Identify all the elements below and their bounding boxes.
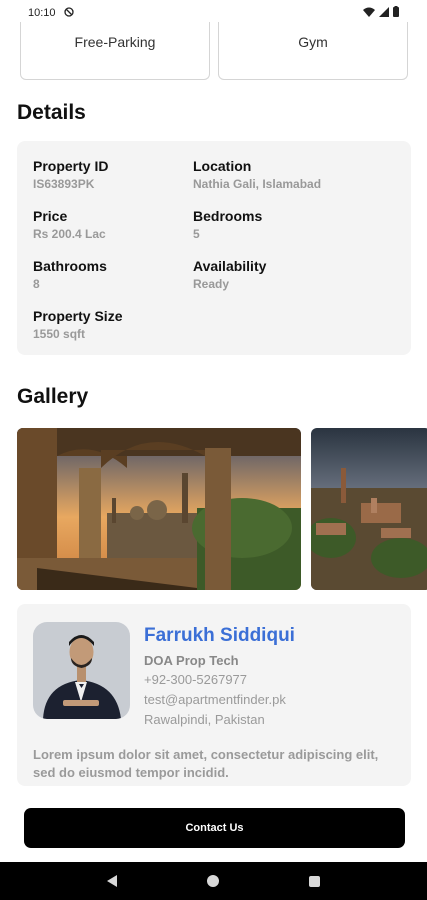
contact-us-button[interactable]: Contact Us [24,808,405,848]
detail-value: Rs 200.4 Lac [33,227,106,241]
detail-label: Price [33,208,68,224]
detail-label: Property ID [33,158,109,174]
gallery-image-fort[interactable] [17,428,301,590]
agent-card: Farrukh Siddiqui DOA Prop Tech +92-300-5… [17,604,411,786]
agent-name: Farrukh Siddiqui [144,625,295,646]
gallery-carousel[interactable] [17,428,427,590]
back-icon[interactable] [107,875,117,887]
detail-label: Location [193,158,252,174]
detail-label: Bedrooms [193,208,263,224]
detail-price: Price Rs 200.4 Lac [33,207,193,243]
detail-label: Bathrooms [33,258,107,274]
detail-value: Nathia Gali, Islamabad [193,177,322,191]
agent-avatar [33,622,130,719]
gallery-image-city[interactable] [311,428,427,590]
detail-property-size: Property Size 1550 sqft [33,307,193,343]
amenity-free-parking: Free-Parking [20,22,210,80]
amenity-label: Free-Parking [74,33,156,50]
status-time: 10:10 [28,7,56,19]
agent-phone[interactable]: +92-300-5267977 [144,670,295,690]
detail-availability: Availability Ready [193,257,373,293]
details-title: Details [17,101,86,124]
battery-icon [393,6,399,20]
do-not-disturb-icon [63,6,74,20]
detail-value: 5 [193,227,200,241]
detail-label: Property Size [33,308,123,324]
agent-email[interactable]: test@apartmentfinder.pk [144,690,295,710]
system-nav-bar [0,862,427,900]
amenity-label: Gym [298,33,328,50]
detail-value: 8 [33,277,40,291]
detail-value: 1550 sqft [33,327,86,341]
agent-company: DOA Prop Tech [144,653,239,668]
recent-apps-icon[interactable] [309,875,320,887]
detail-value: IS63893PK [33,177,95,191]
detail-value: Ready [193,277,230,291]
wifi-icon [363,7,375,20]
detail-bathrooms: Bathrooms 8 [33,257,193,293]
details-card: Property ID IS63893PK Location Nathia Ga… [17,141,411,355]
detail-property-id: Property ID IS63893PK [33,157,193,193]
detail-label: Availability [193,258,267,274]
amenity-gym: Gym [218,22,408,80]
detail-bedrooms: Bedrooms 5 [193,207,373,243]
signal-icon [379,6,389,20]
amenities-row: Free-Parking Gym [20,22,408,80]
detail-location: Location Nathia Gali, Islamabad [193,157,373,193]
agent-location: Rawalpindi, Pakistan [144,712,265,727]
home-icon[interactable] [207,875,219,887]
agent-description: Lorem ipsum dolor sit amet, consectetur … [33,747,379,780]
gallery-title: Gallery [17,385,89,408]
